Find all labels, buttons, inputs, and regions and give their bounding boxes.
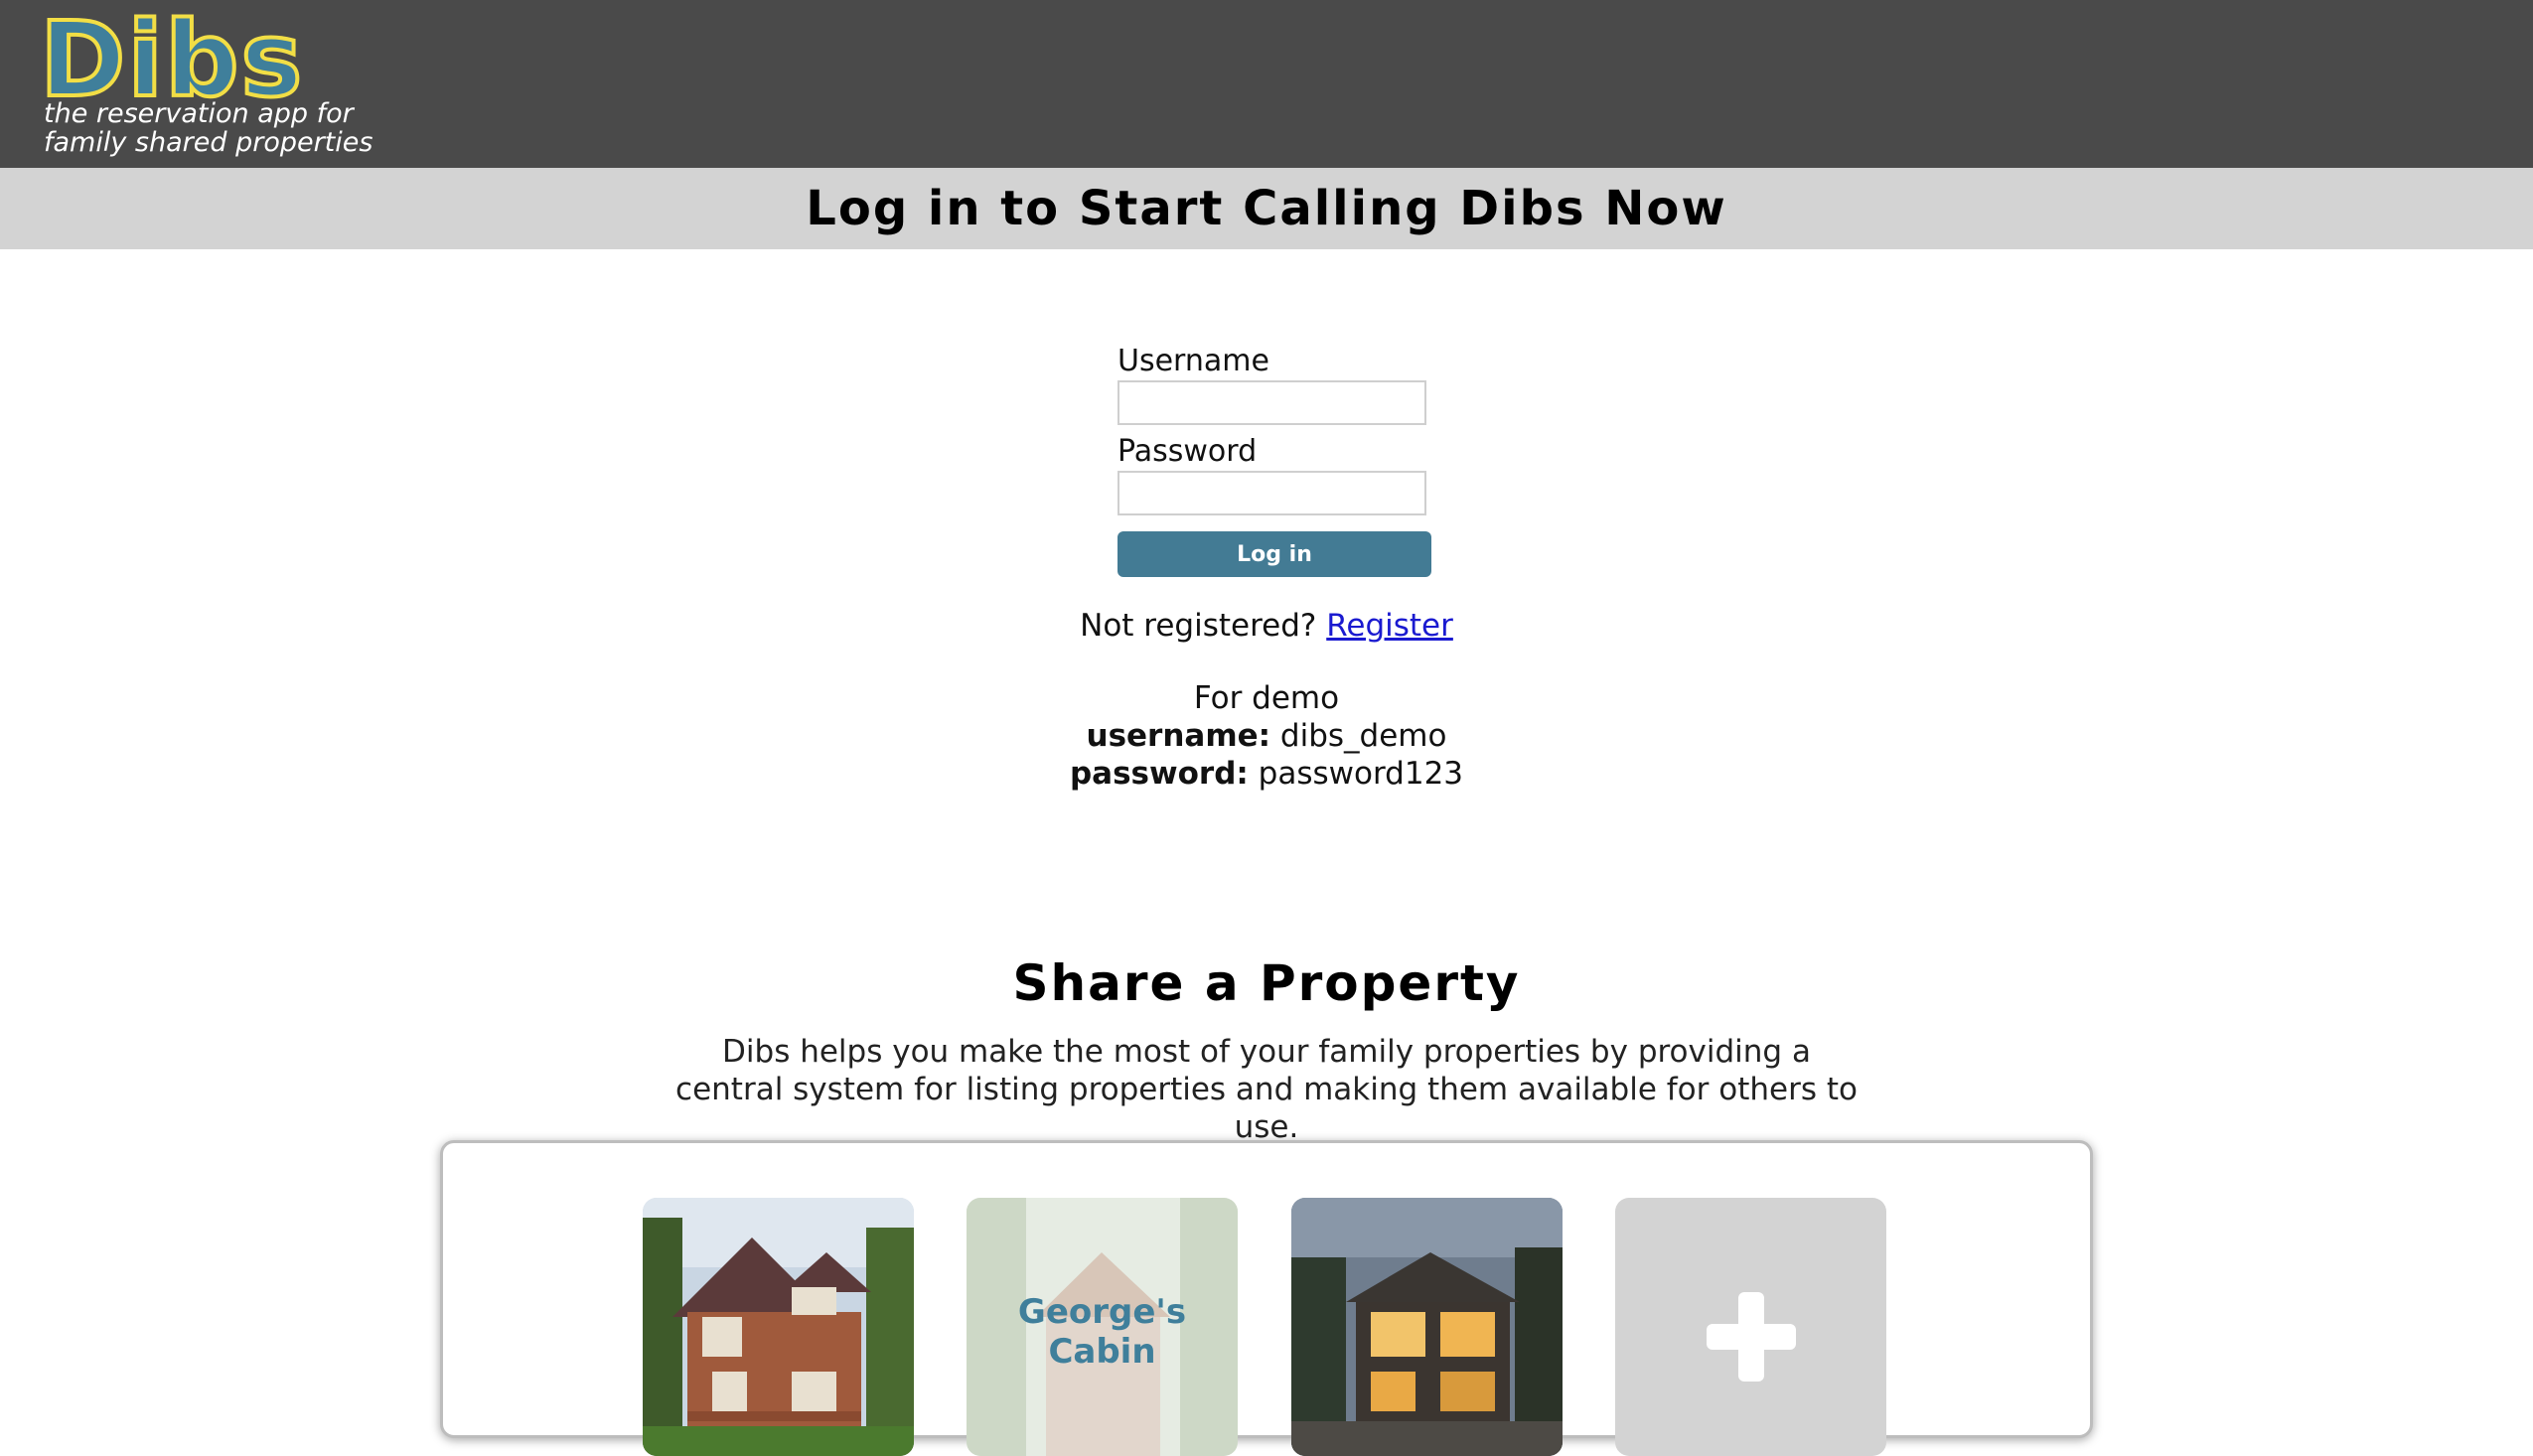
card-title-line-1: George's [1017, 1292, 1187, 1332]
demo-password-key: password: [1069, 756, 1249, 792]
share-section-title: Share a Property [1012, 954, 1521, 1012]
demo-password-value: password123 [1258, 756, 1464, 792]
logo-wordmark: Dibs [38, 0, 305, 120]
tagline-line-2: family shared properties [44, 127, 373, 158]
logo-tagline: the reservation app for family shared pr… [44, 99, 401, 157]
property-card-modern-house[interactable] [1291, 1198, 1563, 1456]
demo-credentials: For demo username: dibs_demo password: p… [0, 679, 2533, 793]
plus-icon [1707, 1292, 1796, 1382]
register-link[interactable]: Register [1326, 608, 1453, 644]
demo-username-key: username: [1086, 718, 1271, 754]
login-button[interactable]: Log in [1118, 531, 1431, 577]
register-prompt: Not registered? Register [0, 608, 2533, 644]
demo-password-row: password: password123 [0, 755, 2533, 793]
share-description: Dibs helps you make the most of your fam… [675, 1034, 1858, 1145]
username-input[interactable] [1118, 380, 1426, 425]
demo-username-value: dibs_demo [1279, 718, 1447, 754]
card-title-georges-cabin: George's Cabin [967, 1292, 1238, 1372]
username-label: Username [1118, 344, 1269, 378]
demo-username-row: username: dibs_demo [0, 717, 2533, 755]
top-navbar: Dibs the reservation app for family shar… [0, 0, 2533, 168]
modern-house-night-photo [1291, 1198, 1563, 1456]
demo-heading: For demo [1193, 680, 1340, 716]
password-input[interactable] [1118, 471, 1426, 515]
property-card-house[interactable] [643, 1198, 914, 1456]
card-title-line-2: Cabin [1048, 1332, 1156, 1372]
password-label: Password [1118, 434, 1258, 469]
tagline-line-1: the reservation app for [44, 98, 354, 129]
property-cards-panel: George's Cabin [440, 1140, 2093, 1456]
app-logo[interactable]: Dibs the reservation app for family shar… [38, 0, 372, 157]
register-prompt-text: Not registered? [1080, 608, 1317, 644]
page-banner: Log in to Start Calling Dibs Now [0, 168, 2533, 249]
add-property-card[interactable] [1615, 1198, 1886, 1456]
craftsman-house-photo [643, 1198, 914, 1456]
page-title: Log in to Start Calling Dibs Now [806, 181, 1727, 236]
login-form: Username Password Log in [1118, 343, 1435, 577]
property-card-georges-cabin[interactable]: George's Cabin [967, 1198, 1238, 1456]
